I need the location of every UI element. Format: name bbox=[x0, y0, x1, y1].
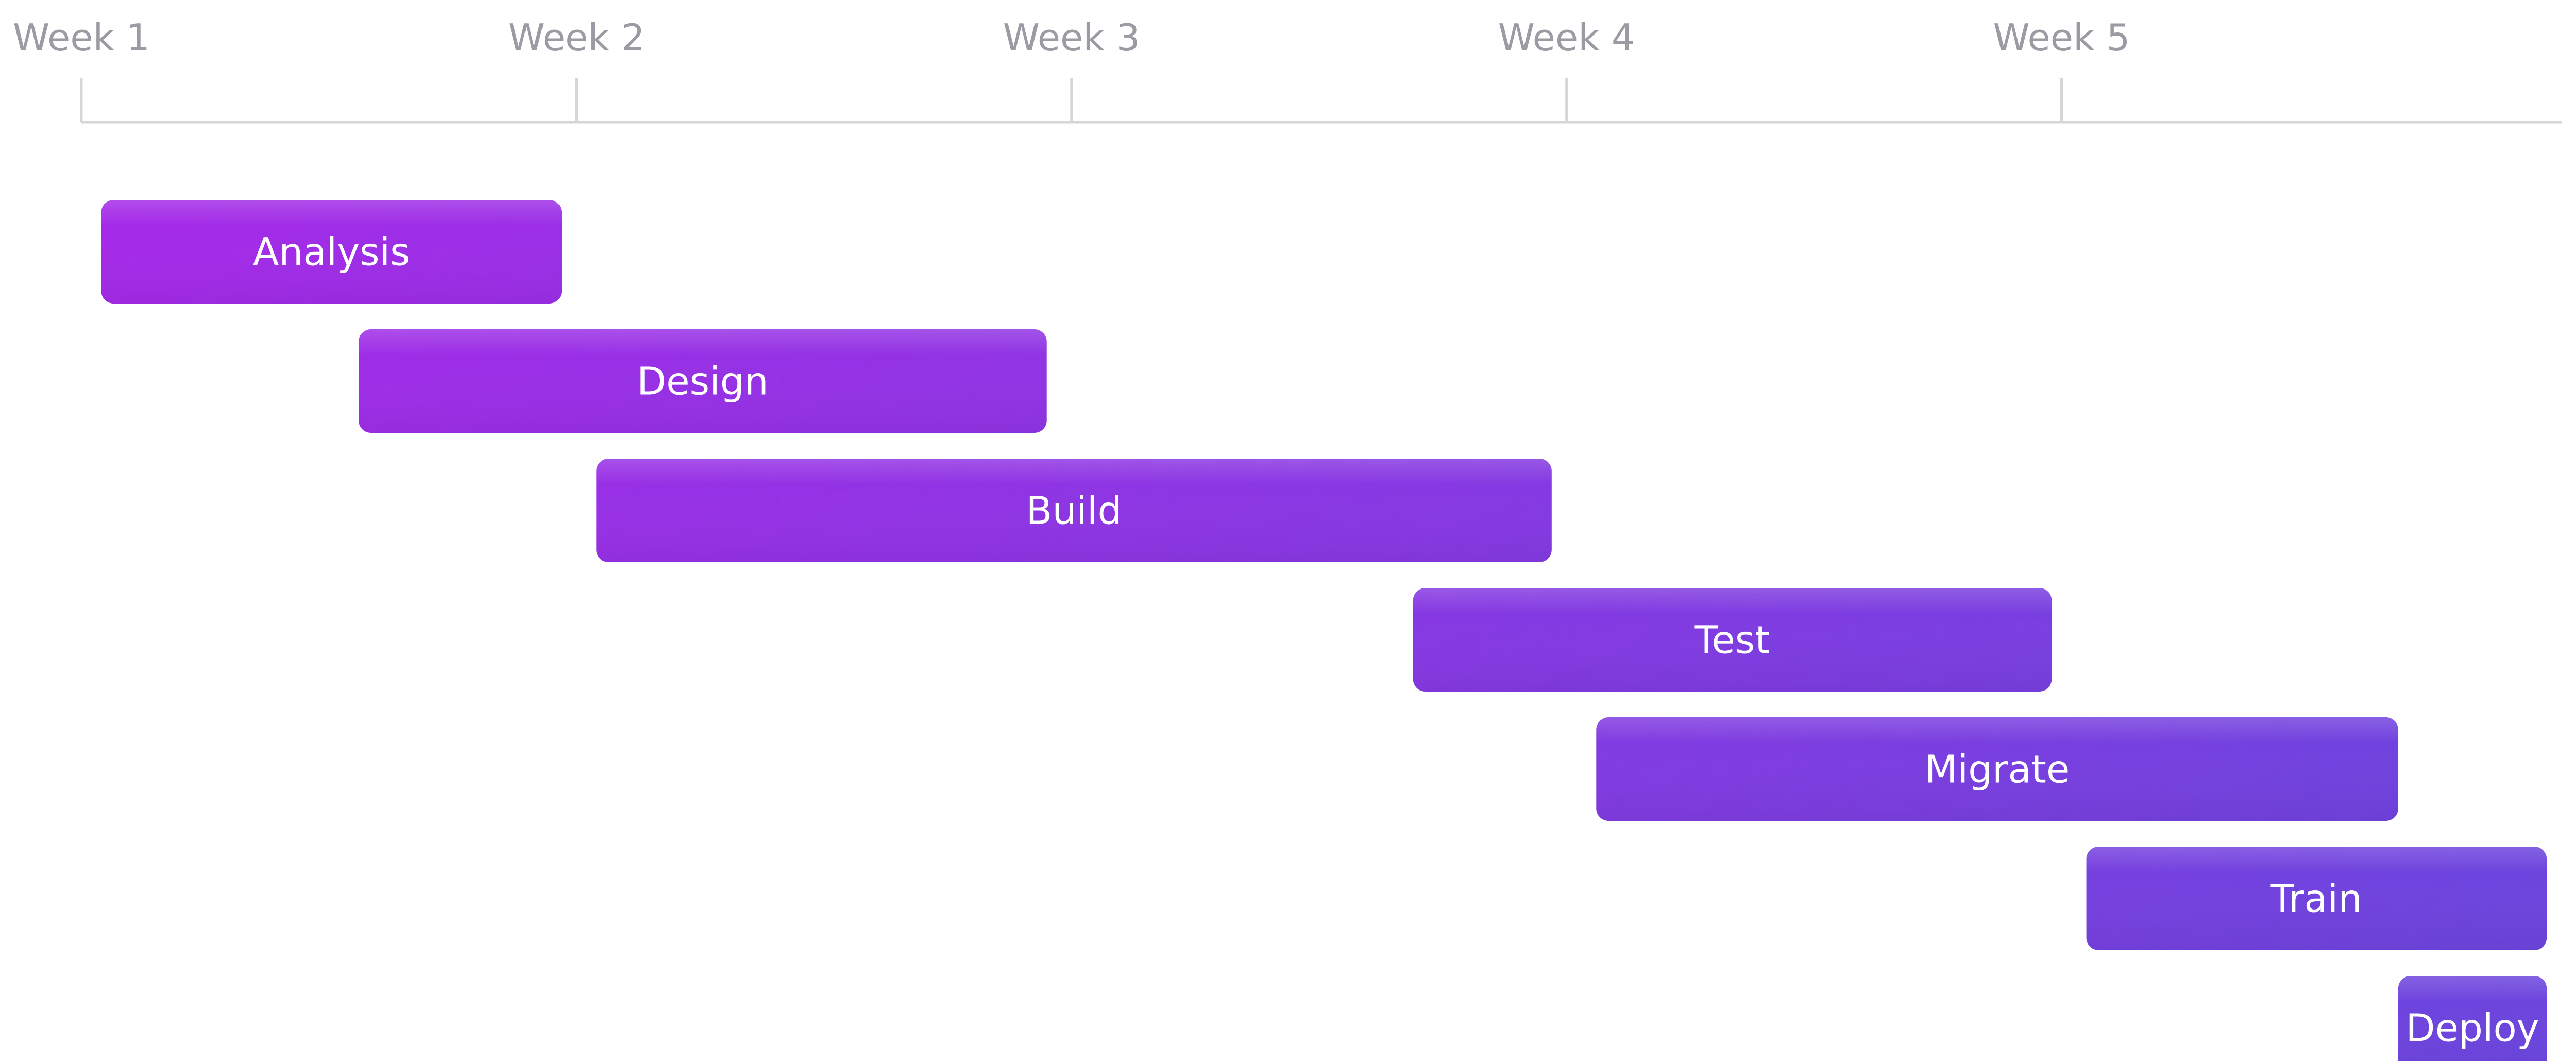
task-label: Design bbox=[637, 360, 769, 404]
task-bar-group[interactable]: Build bbox=[596, 459, 1552, 562]
task-bar-group[interactable]: Migrate bbox=[1596, 717, 2398, 821]
task-label: Migrate bbox=[1925, 748, 2070, 792]
task-bar-group[interactable]: Design bbox=[359, 329, 1047, 433]
x-axis-tick-label: Week 3 bbox=[1003, 16, 1140, 59]
task-bar-group[interactable]: Test bbox=[1413, 588, 2052, 692]
gantt-chart-svg: Week 1 Week 2 Week 3 Week 4 Week 5 Analysis D… bbox=[13, 16, 2562, 1061]
x-axis-tick-label: Week 1 bbox=[13, 16, 150, 59]
task-bars: Analysis Design Build Test Migrate Train Deplo… bbox=[101, 200, 2547, 1061]
task-bar-group[interactable]: Train bbox=[2086, 847, 2547, 950]
task-bar-group[interactable]: Analysis bbox=[101, 200, 562, 304]
x-axis: Week 1 Week 2 Week 3 Week 4 Week 5 bbox=[13, 16, 2562, 124]
gantt-chart: Week 1 Week 2 Week 3 Week 4 Week 5 Analysis D… bbox=[0, 0, 2576, 1061]
x-axis-tick-label: Week 5 bbox=[1993, 16, 2130, 59]
task-label: Train bbox=[2270, 877, 2363, 921]
x-axis-tick-label: Week 2 bbox=[508, 16, 645, 59]
task-label: Analysis bbox=[253, 230, 410, 275]
task-label: Test bbox=[1694, 618, 1770, 663]
task-label: Deploy bbox=[2405, 1006, 2539, 1051]
task-label: Build bbox=[1026, 489, 1122, 533]
x-axis-tick-label: Week 4 bbox=[1498, 16, 1635, 59]
task-bar-group[interactable]: Deploy bbox=[2398, 976, 2547, 1061]
